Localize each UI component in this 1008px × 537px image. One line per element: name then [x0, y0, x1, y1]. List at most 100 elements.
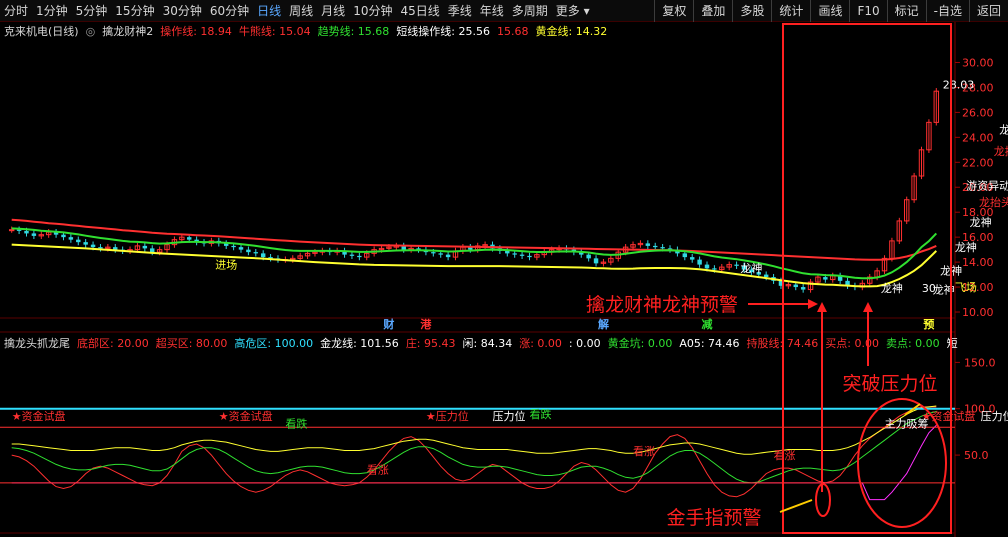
- candle-body-98: [734, 264, 739, 266]
- osc-label-4: 看跌: [285, 416, 307, 430]
- candle-body-87: [653, 245, 658, 248]
- period-tab-4[interactable]: 30分钟: [159, 0, 206, 22]
- main-label-8: 龙抬头: [979, 195, 1008, 209]
- main-legend-4: 牛熊线: 15.04: [239, 24, 311, 38]
- candle-body-67: [505, 250, 510, 254]
- tool-button-6[interactable]: 标记: [886, 0, 926, 22]
- sub-legend-7: 涨: 0.00: [519, 337, 562, 350]
- candle-body-94: [704, 264, 710, 269]
- candle-body-110: [823, 277, 828, 280]
- osc-label-10: 压力位: [981, 409, 1008, 423]
- candle-body-86: [645, 243, 651, 246]
- tool-button-1[interactable]: 叠加: [693, 0, 732, 22]
- series-line-4: [11, 411, 937, 484]
- main-legend-1: ◎: [86, 25, 96, 38]
- candle-body-9: [76, 239, 81, 243]
- candle-body-106: [793, 284, 798, 288]
- period-tab-13[interactable]: 多周期: [508, 0, 552, 22]
- period-tab-1[interactable]: 1分钟: [32, 0, 72, 22]
- main-label-7: 游资异动: [966, 180, 1008, 193]
- arrow-head-1: [808, 299, 818, 309]
- sub-legend-0: 擒龙头抓龙尾: [4, 336, 70, 350]
- main-legend-5: 趋势线: 15.68: [318, 24, 390, 38]
- sub-legend-8: : 0.00: [569, 337, 601, 350]
- main-legend-3: 操作线: 18.94: [160, 24, 232, 38]
- period-tab-7[interactable]: 周线: [285, 0, 317, 22]
- annotation-breakout: 突破压力位: [842, 373, 937, 395]
- candle-body-95: [712, 268, 717, 270]
- osc-label-0: ★资金试盘: [12, 409, 66, 423]
- price-tick-label-10: 30.00: [962, 56, 994, 69]
- tool-button-3[interactable]: 统计: [771, 0, 810, 22]
- tool-button-8[interactable]: 返回: [968, 0, 1008, 22]
- main-label-0: 进场: [215, 257, 237, 271]
- period-tab-8[interactable]: 月线: [317, 0, 349, 22]
- main-label-9: 龙神: [999, 123, 1008, 137]
- sub-legend-9: 黄金坑: 0.00: [608, 336, 673, 350]
- osc-label-3: 压力位: [492, 409, 525, 423]
- osc-label-7: 看涨: [633, 444, 655, 458]
- candle-body-30: [231, 245, 236, 248]
- sub-legend-1: 底部区: 20.00: [77, 336, 149, 350]
- candle-body-7: [61, 234, 66, 238]
- candle-body-93: [697, 259, 702, 265]
- event-marker-2: 解: [598, 317, 609, 331]
- candle-body-0: [8, 229, 15, 232]
- series-line-5: [11, 405, 937, 455]
- sub-legend-4: 金龙线: 101.56: [320, 336, 399, 350]
- candle-body-58: [438, 253, 443, 255]
- osc-tick-label-2: 150.0: [964, 356, 996, 369]
- main-label-13: 30: [922, 282, 936, 295]
- candle-body-10: [83, 242, 88, 245]
- event-marker-1: 港: [420, 317, 432, 331]
- period-tab-10[interactable]: 45日线: [396, 0, 443, 22]
- main-label-6: 龙神: [970, 215, 992, 229]
- period-tab-12[interactable]: 年线: [476, 0, 508, 22]
- candle-body-31: [238, 247, 244, 250]
- period-tab-9[interactable]: 10分钟: [349, 0, 396, 22]
- sub-legend-2: 超买区: 80.00: [156, 336, 228, 350]
- candle-body-11: [90, 244, 96, 248]
- kline-chart: 克来机电(日线) ◎ 擒龙财神2 操作线: 18.94 牛熊线: 15.04 趋势线: 1…: [0, 22, 1008, 537]
- candle-body-33: [253, 252, 259, 254]
- main-label-1: 龙神: [740, 261, 762, 275]
- period-tab-3[interactable]: 15分钟: [111, 0, 158, 22]
- candle-body-18: [142, 245, 148, 249]
- main-legend-6: 短线操作线: 25.56: [396, 24, 490, 38]
- sub-legend-6: 闲: 84.34: [463, 336, 513, 350]
- main-label-12: 28.03: [943, 79, 975, 92]
- candle-body-19: [150, 248, 155, 253]
- candle-body-78: [586, 254, 591, 259]
- period-tab-6[interactable]: 日线: [253, 0, 285, 22]
- osc-label-11: 主力吸筹: [885, 416, 929, 430]
- candle-body-34: [260, 253, 266, 258]
- candle-body-2: [24, 230, 29, 234]
- sub-legend-13: 卖点: 0.00: [886, 337, 940, 350]
- tool-button-2[interactable]: 多股: [732, 0, 771, 22]
- price-tick-label-6: 22.00: [962, 156, 994, 169]
- candle-body-91: [682, 253, 688, 258]
- main-legend-2: 擒龙财神2: [102, 24, 153, 38]
- tool-button-7[interactable]: -自选: [925, 0, 969, 22]
- osc-tick-label-0: 50.0: [964, 449, 989, 462]
- arrow-head-3: [863, 302, 873, 312]
- sub-legend-10: A05: 74.46: [679, 337, 739, 350]
- period-tab-0[interactable]: 分时: [0, 0, 32, 22]
- tool-buttons: 复权 叠加 多股 统计 画线 F10 标记 -自选 返回: [654, 0, 1008, 22]
- event-marker-0: 财: [382, 317, 394, 331]
- tool-button-0[interactable]: 复权: [654, 0, 693, 22]
- period-tab-14[interactable]: 更多 ▾: [552, 0, 594, 22]
- candle-body-32: [246, 249, 251, 253]
- arrow-line-4: [779, 499, 813, 513]
- candle-body-24: [187, 237, 192, 240]
- candle-body-57: [431, 252, 436, 254]
- candle-body-102: [763, 274, 769, 278]
- candle-body-70: [527, 255, 532, 258]
- period-tab-11[interactable]: 季线: [444, 0, 476, 22]
- tool-button-5[interactable]: F10: [849, 0, 886, 22]
- osc-label-1: ★资金试盘: [219, 409, 273, 423]
- tool-button-4[interactable]: 画线: [810, 0, 849, 22]
- period-tab-5[interactable]: 60分钟: [206, 0, 253, 22]
- candle-body-47: [357, 255, 362, 258]
- period-tab-2[interactable]: 5分钟: [72, 0, 112, 22]
